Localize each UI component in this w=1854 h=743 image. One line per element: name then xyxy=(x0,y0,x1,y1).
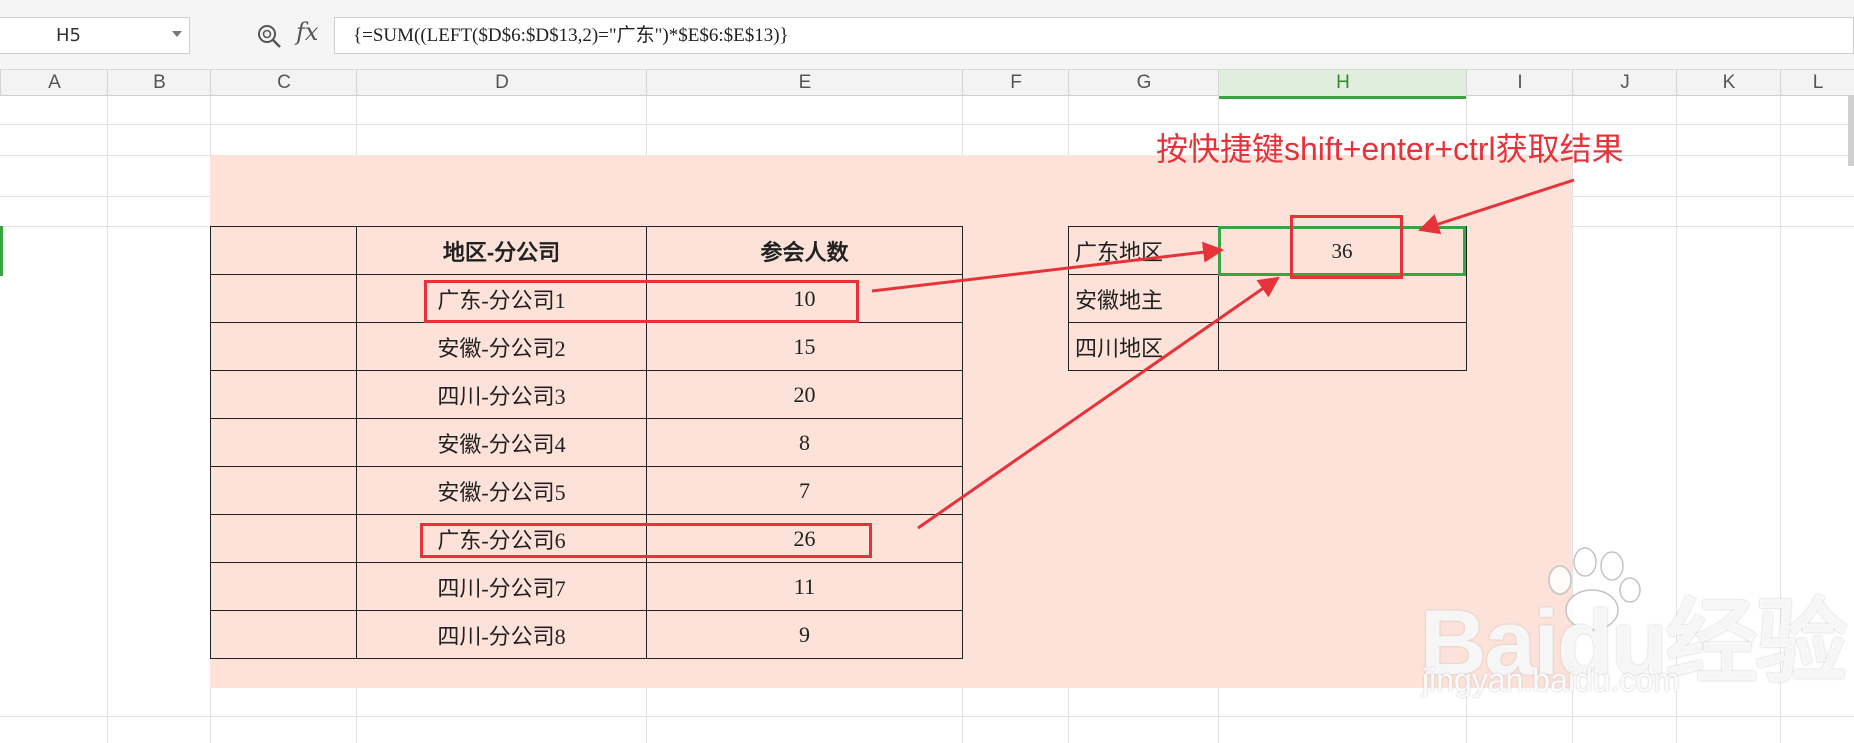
arrow-annotation-to-result xyxy=(1418,178,1575,235)
annotation-text: 按快捷键shift+enter+ctrl获取结果 xyxy=(1156,131,1624,167)
arrow-row6-to-result xyxy=(917,276,1280,530)
watermark-url: jingyan.baidu.com xyxy=(1422,662,1680,698)
arrow-row1-to-result xyxy=(871,241,1225,293)
